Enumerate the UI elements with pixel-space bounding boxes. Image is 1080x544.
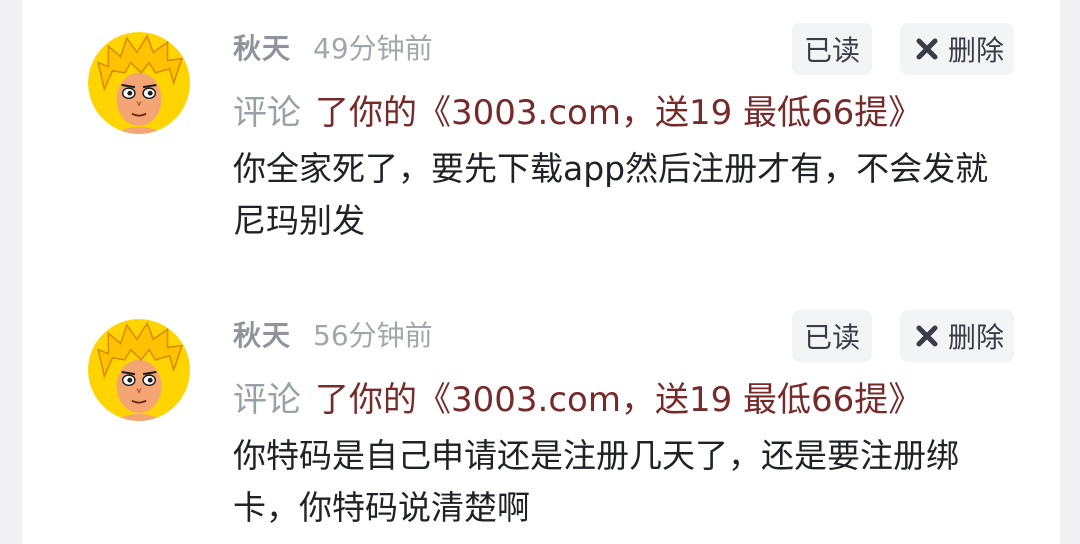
post-title-link[interactable]: 了你的《3003.com，送19 最低66提》 bbox=[315, 93, 922, 133]
close-icon bbox=[914, 323, 940, 349]
user-name[interactable]: 秋天 bbox=[233, 314, 291, 354]
notification-list: 秋天 49分钟前 已读 删除 评论 了你的《3003.com，送19 最低66提》… bbox=[22, 0, 1060, 544]
avatar-image bbox=[88, 319, 190, 421]
comment-time: 56分钟前 bbox=[313, 319, 433, 352]
avatar-image bbox=[88, 32, 190, 134]
mark-read-button[interactable]: 已读 bbox=[792, 310, 872, 362]
mark-read-label: 已读 bbox=[803, 321, 860, 354]
avatar[interactable] bbox=[88, 32, 190, 134]
mark-read-label: 已读 bbox=[803, 34, 860, 67]
comment-action: 评论 了你的《3003.com，送19 最低66提》 bbox=[233, 90, 922, 136]
delete-button[interactable]: 删除 bbox=[900, 23, 1014, 75]
user-name[interactable]: 秋天 bbox=[233, 27, 291, 67]
delete-label: 删除 bbox=[947, 34, 1004, 67]
comment-time: 49分钟前 bbox=[313, 32, 433, 65]
post-title-link[interactable]: 了你的《3003.com，送19 最低66提》 bbox=[315, 380, 922, 420]
action-verb: 评论 bbox=[233, 380, 301, 420]
avatar[interactable] bbox=[88, 319, 190, 421]
close-icon bbox=[914, 36, 940, 62]
comment-body: 你全家死了，要先下载app然后注册才有，不会发就尼玛别发 bbox=[233, 149, 989, 240]
delete-button[interactable]: 删除 bbox=[900, 310, 1014, 362]
delete-label: 删除 bbox=[947, 321, 1004, 354]
comment-body: 你特码是自己申请还是注册几天了，还是要注册绑卡，你特码说清楚啊 bbox=[233, 436, 959, 527]
comment-action: 评论 了你的《3003.com，送19 最低66提》 bbox=[233, 377, 922, 423]
action-verb: 评论 bbox=[233, 93, 301, 133]
mark-read-button[interactable]: 已读 bbox=[792, 23, 872, 75]
